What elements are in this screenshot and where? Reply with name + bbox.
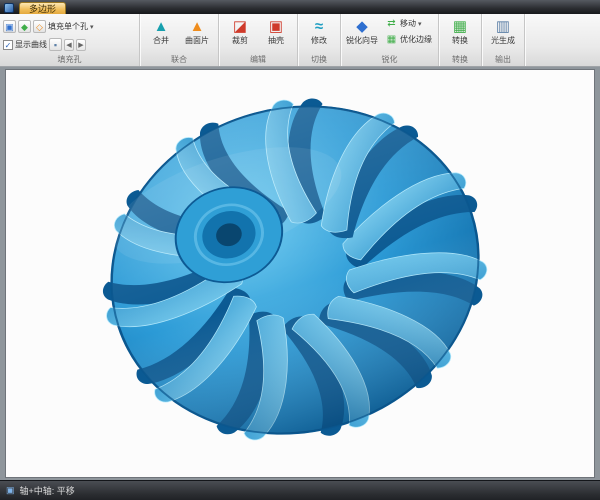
sharpen-wizard-label: 锐化向导 [346, 36, 378, 45]
trim-label: 裁剪 [232, 36, 248, 45]
move-label: 移动 [400, 18, 416, 29]
group-label-edit: 编辑 [219, 54, 297, 65]
trim-button[interactable]: ◪ 裁剪 [222, 16, 258, 46]
group-label-convert: 转换 [439, 54, 481, 65]
group-label-fill: 填充孔 [0, 54, 139, 65]
show-curve-row: ✓ 显示曲线 ▪ ◀ ▶ [3, 37, 94, 52]
status-text: 轴+中轴: 平移 [20, 484, 75, 497]
modify-icon: ≈ [315, 17, 323, 36]
move-icon: ⇄ [385, 18, 398, 29]
chevron-down-icon: ▾ [418, 20, 422, 28]
fill-hole-icon[interactable]: ▣ [3, 20, 16, 33]
sharpen-wizard-button[interactable]: ◆ 锐化向导 [344, 16, 380, 46]
bridge-hole-icon[interactable]: ◇ [33, 20, 46, 33]
ribbon-group-sharpen: ◆ 锐化向导 ⇄ 移动 ▾ ▦ 优化边缘 锐化 [341, 14, 439, 66]
titlebar: 多边形 [0, 0, 600, 14]
merge-icon: ▲ [154, 17, 169, 36]
generate-label: 光生成 [491, 36, 515, 45]
ribbon-group-merge: ▲ 合并 ▲ 曲面片 联合 [140, 14, 219, 66]
trim-icon: ◪ [233, 17, 247, 36]
ribbon-group-output: ▥ 光生成 输出 [482, 14, 525, 66]
statusbar: ▣ 轴+中轴: 平移 [0, 480, 600, 500]
group-label-output: 输出 [482, 54, 524, 65]
main-area [0, 67, 600, 480]
ribbon-group-fill-holes: ▣ ◆ ◇ 填充单个孔 ▾ ✓ 显示曲线 ▪ ◀ ▶ 填充孔 [0, 14, 140, 66]
move-button[interactable]: ⇄ 移动 ▾ [382, 16, 435, 31]
edge-optimize-label: 优化边缘 [400, 34, 432, 45]
shell-icon: ▣ [269, 17, 283, 36]
next-hole-icon[interactable]: ▶ [76, 39, 86, 51]
fill-single-hole-label[interactable]: 填充单个孔 [48, 21, 88, 32]
model-viewport[interactable] [5, 69, 595, 478]
impeller-model[interactable] [6, 70, 594, 477]
convert-button[interactable]: ▦ 转换 [442, 16, 478, 46]
fill-mode-icon[interactable]: ◆ [18, 20, 31, 33]
fill-single-hole-row: ▣ ◆ ◇ 填充单个孔 ▾ [3, 19, 94, 34]
modify-label: 修改 [311, 36, 327, 45]
convert-icon: ▦ [453, 17, 467, 36]
surface-patch-icon: ▲ [190, 17, 205, 36]
edge-optimize-button[interactable]: ▦ 优化边缘 [382, 32, 435, 47]
ribbon-group-convert: ▦ 转换 转换 [439, 14, 482, 66]
sharpen-wizard-icon: ◆ [356, 17, 368, 36]
group-label-switch: 切换 [298, 54, 340, 65]
chevron-down-icon[interactable]: ▾ [90, 23, 94, 31]
surface-patch-button[interactable]: ▲ 曲面片 [179, 16, 215, 46]
convert-label: 转换 [452, 36, 468, 45]
prev-hole-icon[interactable]: ◀ [64, 39, 74, 51]
surface-patch-label: 曲面片 [185, 36, 209, 45]
status-mode-icon: ▣ [6, 485, 15, 496]
edge-optimize-icon: ▦ [385, 34, 398, 45]
show-curve-label[interactable]: 显示曲线 [15, 39, 47, 50]
shell-label: 抽壳 [268, 36, 284, 45]
ribbon: ▣ ◆ ◇ 填充单个孔 ▾ ✓ 显示曲线 ▪ ◀ ▶ 填充孔 ▲ [0, 14, 600, 67]
app-icon[interactable] [4, 3, 14, 13]
merge-button[interactable]: ▲ 合并 [143, 16, 179, 46]
shell-button[interactable]: ▣ 抽壳 [258, 16, 294, 46]
ribbon-group-switch: ≈ 修改 切换 [298, 14, 341, 66]
modify-button[interactable]: ≈ 修改 [301, 16, 337, 46]
tab-polygon[interactable]: 多边形 [19, 2, 66, 14]
app-window: 多边形 ▣ ◆ ◇ 填充单个孔 ▾ ✓ 显示曲线 ▪ ◀ ▶ [0, 0, 600, 500]
generate-button[interactable]: ▥ 光生成 [485, 16, 521, 46]
curve-option-icon[interactable]: ▪ [49, 38, 62, 51]
group-label-merge: 联合 [140, 54, 218, 65]
generate-icon: ▥ [496, 17, 510, 36]
group-label-sharpen: 锐化 [341, 54, 438, 65]
show-curve-checkbox[interactable]: ✓ [3, 40, 13, 50]
merge-label: 合并 [153, 36, 169, 45]
ribbon-group-edit: ◪ 裁剪 ▣ 抽壳 编辑 [219, 14, 298, 66]
